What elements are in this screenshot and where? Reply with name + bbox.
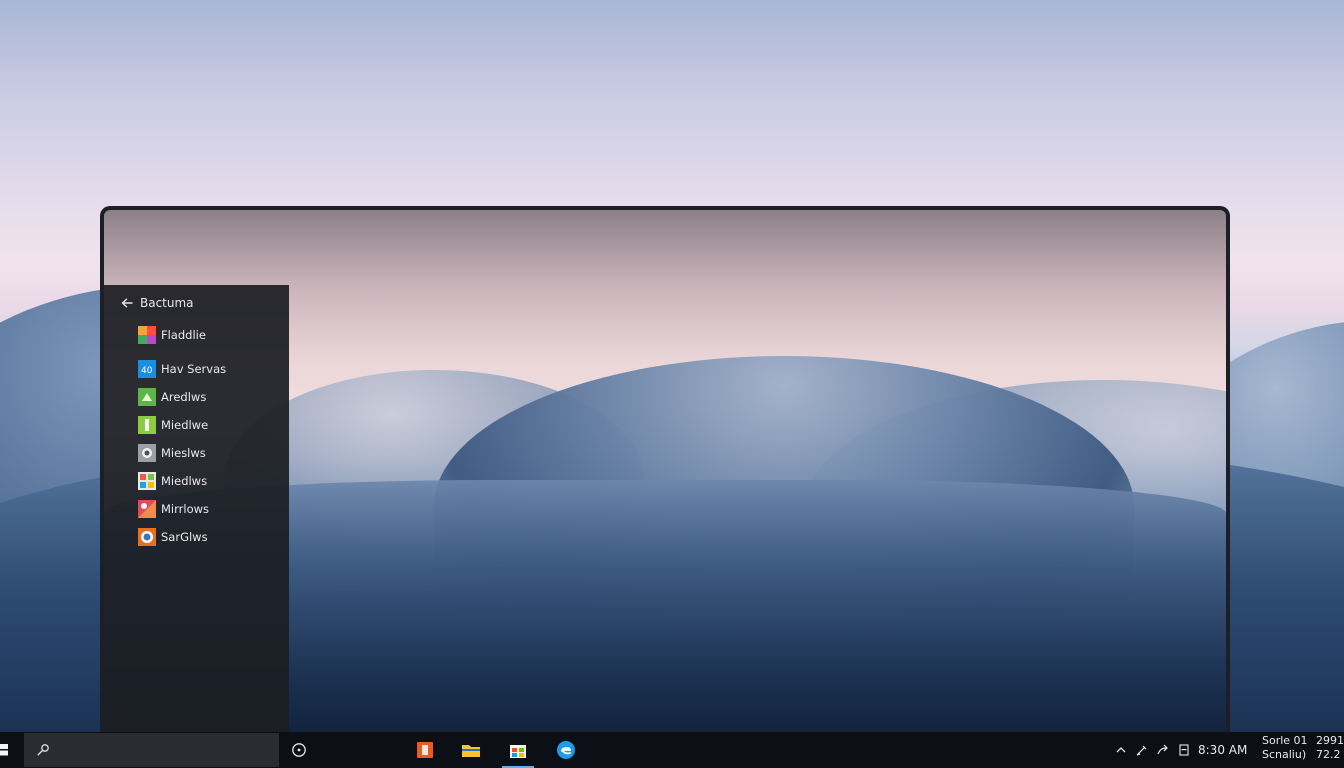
app-label: SarGlws [161,530,208,544]
taskbar-extra-info[interactable]: 2991 72.2 [1316,734,1344,762]
app-tile-orange-icon [138,326,156,344]
pen-icon[interactable] [1135,743,1149,757]
app-list-item[interactable]: 40 Hav Servas [138,360,226,378]
app-tile-lime-icon [138,416,156,434]
search-icon [37,744,49,756]
app-list-item[interactable]: SarGlws [138,528,226,546]
app-label: Miedlwe [161,418,209,432]
office-icon[interactable] [415,740,435,760]
app-label: Miedlws [161,474,208,488]
taskbar-search-box[interactable] [24,733,279,767]
start-side-panel: Bactuma Fladdlie 40 Hav Servas Aredlws M… [104,285,289,732]
app-label: Aredlws [161,390,207,404]
svg-text:40: 40 [141,366,153,376]
extra-line-1: 2991 [1316,734,1344,747]
panel-header[interactable]: Bactuma [120,294,194,312]
file-explorer-icon[interactable] [461,740,481,760]
app-tile-multicolor-icon [138,472,156,490]
date-line-2: Scnaliu) [1262,748,1307,761]
share-icon[interactable] [1156,743,1170,757]
app-list: Fladdlie 40 Hav Servas Aredlws Miedlwe M… [138,324,226,546]
chevron-up-icon[interactable] [1114,743,1128,757]
windows-start-icon[interactable] [0,744,9,756]
taskbar-clock[interactable]: 8:30 AM [1198,743,1247,757]
task-view-icon[interactable] [291,742,307,758]
panel-title: Bactuma [140,296,194,310]
edge-browser-icon[interactable] [556,740,576,760]
taskbar: 8:30 AM Sorle 01 Scnaliu) 2991 72.2 [0,732,1344,768]
app-list-item[interactable]: Mieslws [138,444,226,462]
battery-icon[interactable] [1177,743,1191,757]
app-tile-orange-circle-icon [138,528,156,546]
app-tile-red-icon [138,500,156,518]
back-arrow-icon[interactable] [120,296,134,310]
app-list-item[interactable]: Miedlwe [138,416,226,434]
app-tile-green-icon [138,388,156,406]
app-list-item[interactable]: Mirrlows [138,500,226,518]
app-tile-blue-icon: 40 [138,360,156,378]
app-label: Mieslws [161,446,206,460]
extra-line-2: 72.2 [1316,748,1341,761]
app-list-item[interactable]: Fladdlie [138,326,226,344]
store-icon[interactable] [502,740,534,768]
date-line-1: Sorle 01 [1262,734,1308,747]
app-tile-gray-icon [138,444,156,462]
app-label: Hav Servas [161,362,227,376]
app-label: Mirrlows [161,502,209,516]
app-label: Fladdlie [161,328,206,342]
taskbar-date[interactable]: Sorle 01 Scnaliu) [1262,734,1308,762]
app-list-item[interactable]: Aredlws [138,388,226,406]
app-list-item[interactable]: Miedlws [138,472,226,490]
system-tray: 8:30 AM [1114,742,1247,758]
